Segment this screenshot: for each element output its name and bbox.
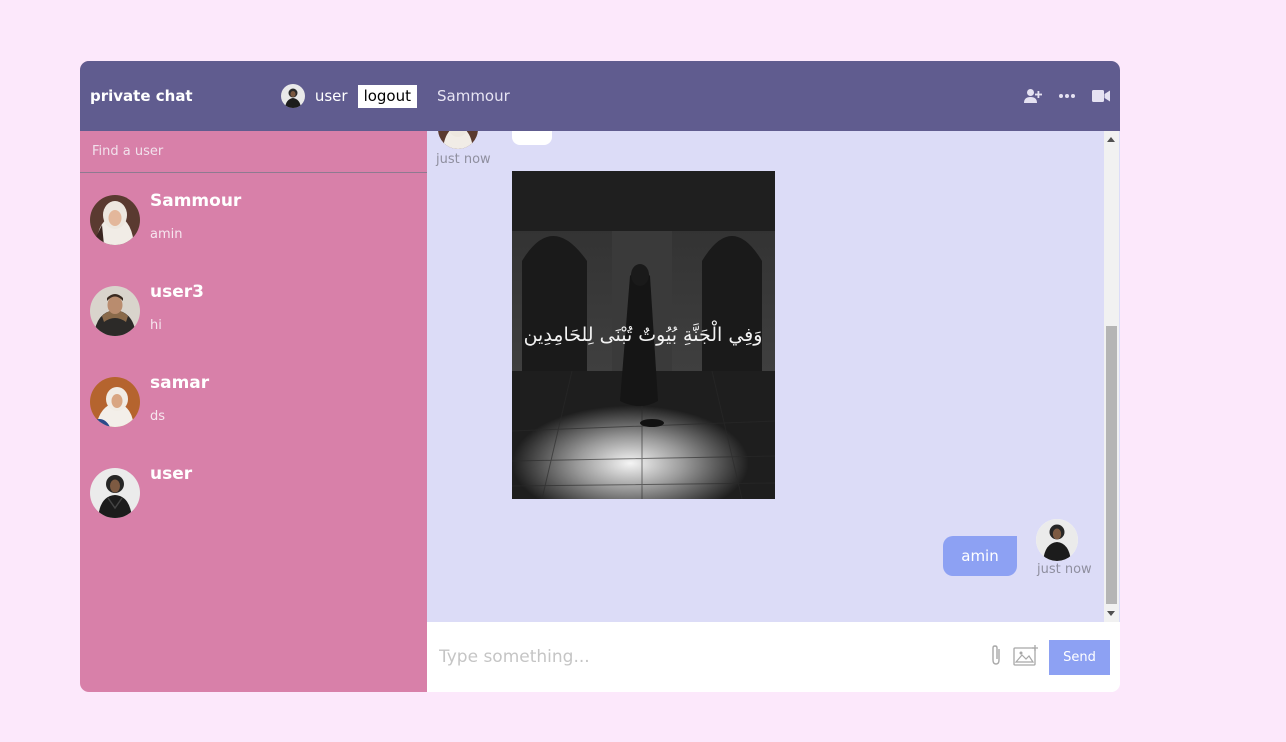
list-item[interactable]: user <box>80 446 427 537</box>
scroll-up-arrow-icon[interactable] <box>1107 137 1115 142</box>
message-bubble <box>512 131 552 145</box>
message-composer: Send <box>427 622 1120 692</box>
sidebar-navbar: private chat user logout <box>80 61 427 131</box>
chat-name: Sammour <box>150 191 242 211</box>
message-timestamp: just now <box>436 152 491 167</box>
last-message: amin <box>150 227 183 242</box>
chat-app: private chat user logout Find a user Sam… <box>80 61 1120 692</box>
scroll-down-arrow-icon[interactable] <box>1107 611 1115 616</box>
image-caption: وَفِي الْجَنَّةِ بُيُوتٌ تُبْنَى لِلحَام… <box>524 320 763 346</box>
chat-name: user3 <box>150 282 204 302</box>
logout-button[interactable]: logout <box>357 84 417 108</box>
avatar <box>438 131 478 149</box>
avatar <box>90 468 140 518</box>
message-image[interactable]: وَفِي الْجَنَّةِ بُيُوتٌ تُبْنَى لِلحَام… <box>512 171 775 499</box>
current-user: user logout <box>280 84 417 108</box>
message-bubble: amin <box>943 536 1017 576</box>
attach-icon[interactable] <box>989 644 1003 670</box>
chat-title: Sammour <box>437 87 510 105</box>
avatar <box>90 195 140 245</box>
list-item[interactable]: Sammour amin <box>80 173 427 264</box>
avatar <box>280 84 305 108</box>
message-timestamp: just now <box>1037 562 1092 577</box>
current-user-name: user <box>314 87 348 105</box>
image-upload-icon[interactable] <box>1013 644 1039 670</box>
send-button[interactable]: Send <box>1049 639 1110 675</box>
video-icon[interactable] <box>1092 89 1110 103</box>
more-icon[interactable] <box>1058 93 1076 99</box>
chat-name: user <box>150 464 193 484</box>
chat-list: Sammour amin user3 hi samar ds user <box>80 173 427 692</box>
message-input[interactable] <box>439 647 989 667</box>
last-message: ds <box>150 409 166 424</box>
last-message: hi <box>150 318 162 333</box>
sidebar: private chat user logout Find a user Sam… <box>80 61 427 692</box>
scrollbar[interactable] <box>1104 131 1119 622</box>
list-item[interactable]: user3 hi <box>80 264 427 355</box>
avatar <box>90 377 140 427</box>
avatar <box>90 286 140 336</box>
chat-panel: Sammour just now وَفِي الْجَنَّةِ بُيُوت… <box>427 61 1120 692</box>
add-user-icon[interactable] <box>1024 88 1042 104</box>
message-text: amin <box>961 547 999 565</box>
message-list[interactable]: just now وَفِي الْجَنَّةِ بُيُوتٌ تُبْنَ… <box>427 131 1120 622</box>
user-search <box>80 131 427 173</box>
search-input[interactable] <box>92 144 415 159</box>
list-item[interactable]: samar ds <box>80 355 427 446</box>
app-logo: private chat <box>90 87 193 105</box>
chat-actions <box>1024 88 1110 104</box>
chat-header: Sammour <box>427 61 1120 131</box>
scrollbar-thumb[interactable] <box>1106 326 1117 604</box>
chat-name: samar <box>150 373 210 393</box>
avatar <box>1036 519 1078 561</box>
